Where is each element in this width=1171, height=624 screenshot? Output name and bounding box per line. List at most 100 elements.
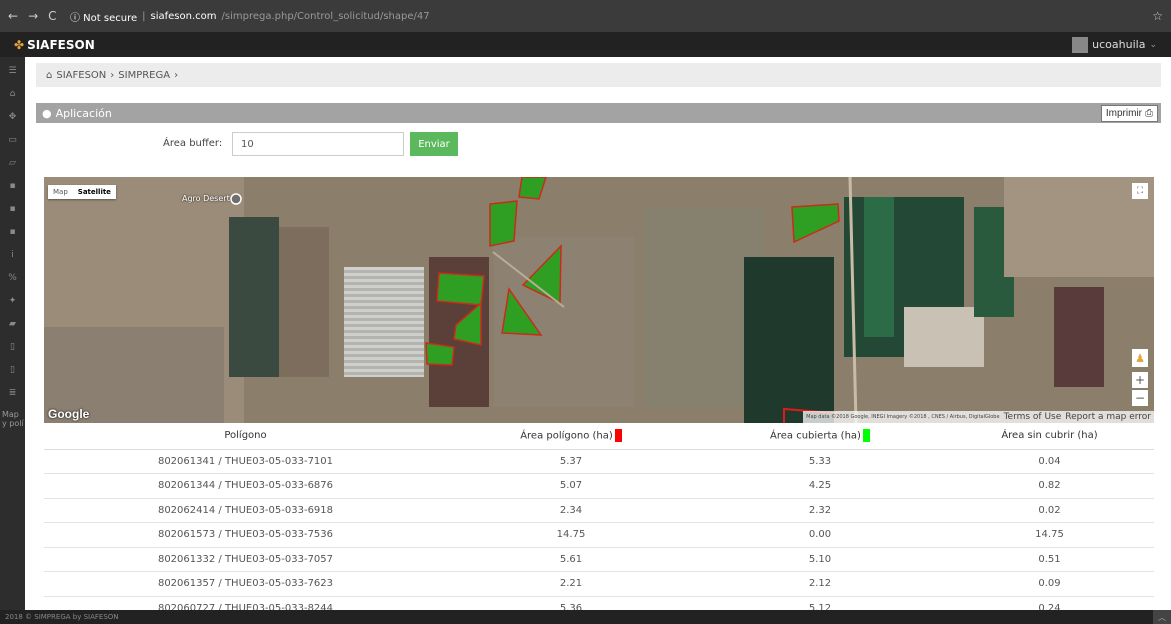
- main-content: ⌂ SIAFESON › SIMPREGA › ● Aplicación Imp…: [25, 57, 1171, 621]
- panel-title: Aplicación: [55, 106, 112, 120]
- cell-area-sin-cubrir: 0.82: [945, 473, 1154, 499]
- security-indicator[interactable]: ⓘ Not secure: [70, 9, 137, 24]
- map-place-label: Agro Desert: [182, 194, 230, 203]
- cell-area-cubierta: 2.12: [695, 571, 945, 597]
- map-type-map[interactable]: Map: [48, 185, 73, 199]
- browser-nav: ← → C: [8, 9, 70, 23]
- home-icon: ⌂: [46, 69, 53, 81]
- table-row: 802061357 / THUE03-05-033-7623 2.21 2.12 0.…: [44, 571, 1154, 597]
- reload-icon[interactable]: C: [48, 9, 56, 23]
- zoom-out-button[interactable]: −: [1132, 390, 1148, 406]
- breadcrumb-section[interactable]: SIMPREGA: [118, 70, 170, 81]
- percent-icon[interactable]: %: [0, 272, 25, 284]
- table-header-row: Polígono Área polígono (ha) Área cubiert…: [44, 423, 1154, 450]
- cell-area-poligono: 5.07: [447, 473, 695, 499]
- map-attribution: Map data ©2018 Google, INEGI Imagery ©20…: [803, 411, 1154, 423]
- cell-area-sin-cubrir: 0.51: [945, 547, 1154, 572]
- user-menu[interactable]: ucoahuila ⌄: [1072, 36, 1157, 53]
- url-domain: siafeson.com: [150, 10, 217, 22]
- cell-area-poligono: 14.75: [447, 522, 695, 548]
- col-area-cubierta: Área cubierta (ha): [695, 423, 945, 450]
- google-logo: Google: [48, 407, 90, 421]
- report-error-link[interactable]: Report a map error: [1065, 412, 1151, 422]
- breadcrumb-separator: ›: [110, 69, 115, 81]
- browser-toolbar: ← → C ⓘ Not secure | siafeson.com/simpre…: [0, 0, 1171, 32]
- cell-area-sin-cubrir: 0.02: [945, 498, 1154, 523]
- avatar: [1072, 36, 1089, 53]
- gear-icon[interactable]: ✦: [0, 295, 25, 307]
- file-icon[interactable]: ▪: [0, 226, 25, 238]
- home-icon[interactable]: ⌂: [0, 88, 25, 100]
- address-bar[interactable]: ⓘ Not secure | siafeson.com/simprega.php…: [70, 9, 430, 24]
- user-name: ucoahuila: [1092, 38, 1146, 51]
- file-icon[interactable]: ▪: [0, 180, 25, 192]
- col-area-poligono-label: Área polígono (ha): [520, 430, 613, 442]
- cell-area-poligono: 5.61: [447, 547, 695, 572]
- print-button-label: Imprimir: [1105, 108, 1142, 119]
- cell-area-poligono: 2.34: [447, 498, 695, 523]
- zoom-in-button[interactable]: +: [1132, 372, 1148, 388]
- cell-poligono: 802061357 / THUE03-05-033-7623: [44, 571, 447, 597]
- info-icon[interactable]: i: [0, 249, 25, 261]
- cell-poligono: 802061332 / THUE03-05-033-7057: [44, 547, 447, 572]
- app-header: ✤ SIAFESON ucoahuila ⌄: [0, 32, 1171, 57]
- table-row: 802061332 / THUE03-05-033-7057 5.61 5.10 0.…: [44, 547, 1154, 572]
- col-poligono: Polígono: [44, 423, 447, 450]
- buffer-input[interactable]: [232, 132, 404, 156]
- breadcrumb-separator: ›: [174, 69, 179, 81]
- table-row: 802061344 / THUE03-05-033-6876 5.07 4.25 0.…: [44, 473, 1154, 499]
- circle-arrow-icon: ●: [42, 106, 52, 120]
- fullscreen-icon[interactable]: ⛶: [1132, 183, 1148, 199]
- green-swatch: [862, 429, 870, 443]
- cell-area-cubierta: 0.00: [695, 522, 945, 548]
- scroll-up-icon[interactable]: ︿: [1153, 610, 1171, 624]
- cell-area-sin-cubrir: 0.09: [945, 571, 1154, 597]
- cell-area-sin-cubrir: 14.75: [945, 522, 1154, 548]
- bookmark-star-icon[interactable]: ☆: [1152, 9, 1163, 23]
- sidebar-item-label[interactable]: Map y polí: [0, 410, 25, 428]
- breadcrumb-home[interactable]: SIAFESON: [56, 70, 106, 81]
- red-swatch: [614, 429, 622, 443]
- map-imagery[interactable]: [44, 177, 1154, 423]
- car-icon[interactable]: ▰: [0, 318, 25, 330]
- forward-icon[interactable]: →: [28, 9, 38, 23]
- map-type-satellite[interactable]: Satellite: [73, 185, 116, 199]
- footer-text: 2018 © SIMPREGA by SIAFESON: [5, 613, 119, 621]
- sidebar: ☰ ⌂ ✥ ▭ ▱ ▪ ▪ ▪ i% ✦ ▰ ▯ ▯ ≣ Map y polí: [0, 57, 25, 610]
- cell-poligono: 802062414 / THUE03-05-033-6918: [44, 498, 447, 523]
- menu-icon[interactable]: ☰: [0, 65, 25, 77]
- gear-icon[interactable]: ✥: [0, 111, 25, 123]
- cell-area-cubierta: 4.25: [695, 473, 945, 499]
- table-row: 802061573 / THUE03-05-033-7536 14.75 0.00 1…: [44, 522, 1154, 548]
- map-type-toggle: Map Satellite: [48, 185, 116, 199]
- table-row: 802062414 / THUE03-05-033-6918 2.34 2.32 0.…: [44, 498, 1154, 523]
- leaf-icon: ✤: [14, 37, 25, 52]
- breadcrumb: ⌂ SIAFESON › SIMPREGA ›: [36, 63, 1161, 87]
- brand-logo[interactable]: ✤ SIAFESON: [14, 38, 95, 52]
- col-area-poligono: Área polígono (ha): [447, 423, 695, 450]
- cell-area-sin-cubrir: 0.04: [945, 449, 1154, 474]
- cell-poligono: 802061344 / THUE03-05-033-6876: [44, 473, 447, 499]
- print-button[interactable]: Imprimir ⎙: [1100, 105, 1158, 122]
- document-icon[interactable]: ▯: [0, 364, 25, 376]
- folder-icon[interactable]: ▭: [0, 134, 25, 146]
- page-footer: 2018 © SIMPREGA by SIAFESON ︿: [0, 610, 1171, 624]
- table-body: 802061341 / THUE03-05-033-7101 5.37 5.33 0.…: [44, 449, 1154, 621]
- terms-link[interactable]: Terms of Use: [1004, 412, 1062, 422]
- printer-icon: ⎙: [1145, 108, 1153, 119]
- file-icon[interactable]: ▪: [0, 203, 25, 215]
- pegman-icon[interactable]: ♟: [1132, 349, 1148, 367]
- cell-area-cubierta: 5.33: [695, 449, 945, 474]
- send-button[interactable]: Enviar: [410, 132, 458, 156]
- document-icon[interactable]: ▯: [0, 341, 25, 353]
- col-area-sin-cubrir: Área sin cubrir (ha): [945, 423, 1154, 450]
- folder-open-icon[interactable]: ▱: [0, 157, 25, 169]
- col-area-cubierta-label: Área cubierta (ha): [770, 430, 861, 442]
- panel-header: ● Aplicación Imprimir ⎙: [36, 103, 1161, 123]
- satellite-map[interactable]: Map Satellite Agro Desert ⛶ ♟ + − Google…: [44, 177, 1154, 423]
- cell-poligono: 802061341 / THUE03-05-033-7101: [44, 449, 447, 474]
- back-icon[interactable]: ←: [8, 9, 18, 23]
- list-icon[interactable]: ≣: [0, 387, 25, 399]
- table-row: 802061341 / THUE03-05-033-7101 5.37 5.33 0.…: [44, 449, 1154, 474]
- brand-name: SIAFESON: [27, 37, 95, 52]
